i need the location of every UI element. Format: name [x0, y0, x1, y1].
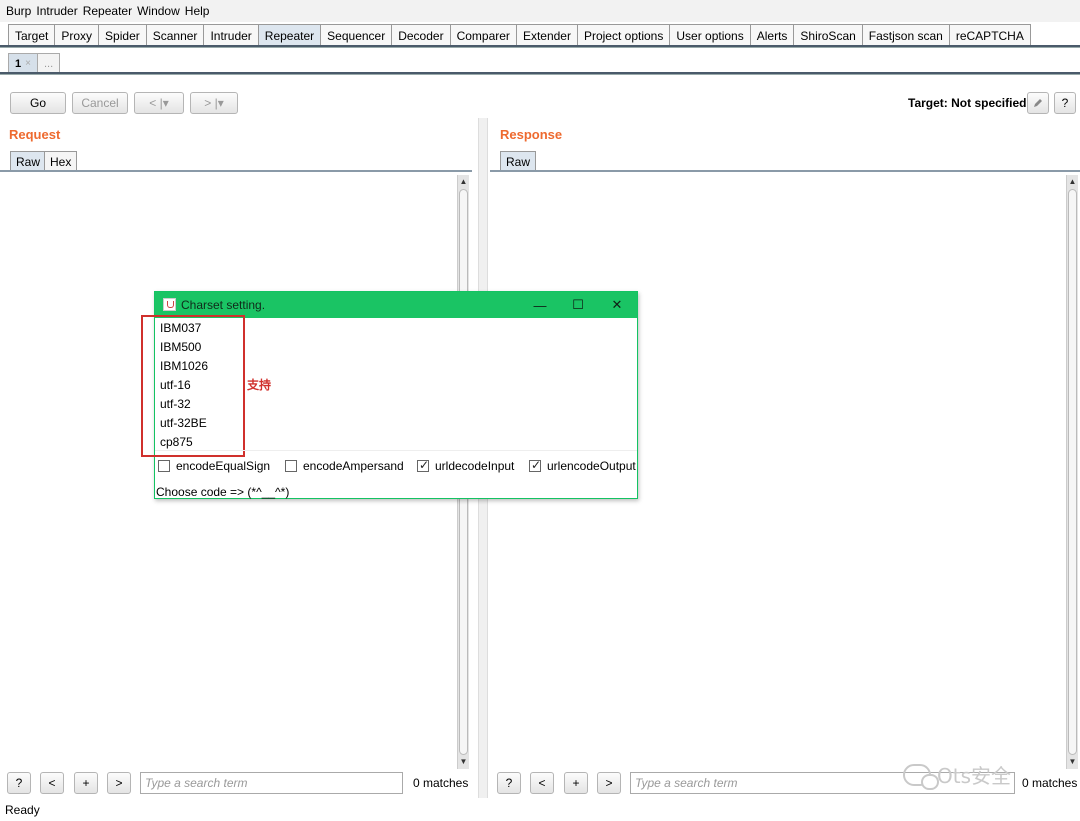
encode-ampersand-checkbox[interactable]: encodeAmpersand [285, 459, 404, 473]
edit-target-button[interactable] [1027, 92, 1049, 114]
response-scrollbar[interactable]: ▲ ▼ [1066, 175, 1078, 769]
menu-help[interactable]: Help [185, 4, 210, 18]
main-tab-bar: Target Proxy Spider Scanner Intruder Rep… [8, 24, 1031, 46]
checkbox-box[interactable] [529, 458, 541, 472]
request-search-prev-button[interactable]: < [40, 772, 64, 794]
wechat-icon [903, 763, 939, 790]
urlencode-output-checkbox[interactable]: urlencodeOutput [529, 458, 636, 473]
help-button[interactable]: ? [1054, 92, 1076, 114]
watermark: Ots安全 [903, 760, 1012, 790]
menu-window[interactable]: Window [137, 4, 180, 18]
target-label: Target: Not specified [908, 96, 1027, 110]
annotation-label: 支持 [247, 378, 272, 392]
request-search-next-button[interactable]: > [107, 772, 131, 794]
dialog-footer-text: Choose code => (*^__^*) [156, 485, 290, 499]
close-tab-icon[interactable]: × [25, 58, 31, 69]
tab-comparer[interactable]: Comparer [449, 24, 517, 46]
repeater-tab-label: 1 [15, 57, 22, 70]
scroll-up-icon[interactable]: ▲ [458, 177, 469, 187]
checkbox-label: urlencodeOutput [547, 459, 636, 473]
java-icon [163, 298, 176, 311]
repeater-tab-bar: 1 × ... [8, 53, 61, 73]
tab-project-options[interactable]: Project options [576, 24, 671, 46]
response-search-add-button[interactable]: + [564, 772, 588, 794]
dialog-title: Charset setting. [181, 298, 266, 312]
tab-extender[interactable]: Extender [515, 24, 578, 46]
tab-proxy[interactable]: Proxy [54, 24, 100, 46]
response-match-count: 0 matches [1022, 776, 1078, 790]
menu-intruder[interactable]: Intruder [36, 4, 77, 18]
tab-spider[interactable]: Spider [98, 24, 147, 46]
tab-divider [0, 45, 1080, 48]
maximize-icon[interactable]: ☐ [568, 296, 588, 314]
response-search-next-button[interactable]: > [597, 772, 621, 794]
checkbox-label: urldecodeInput [435, 459, 515, 473]
scroll-down-icon[interactable]: ▼ [458, 757, 469, 767]
dialog-divider [155, 450, 637, 451]
tab-target[interactable]: Target [8, 24, 56, 46]
subtab-divider [0, 72, 1080, 75]
tab-scanner[interactable]: Scanner [145, 24, 205, 46]
repeater-tab-1[interactable]: 1 × [8, 53, 38, 73]
watermark-text: Ots安全 [937, 764, 1012, 788]
checkbox-label: encodeEqualSign [176, 459, 271, 473]
checkbox-label: encodeAmpersand [303, 459, 404, 473]
status-text: Ready [5, 803, 40, 817]
request-tab-divider [0, 170, 472, 172]
tab-shiroscan[interactable]: ShiroScan [793, 24, 863, 46]
request-tab-raw[interactable]: Raw [10, 151, 47, 171]
menu-bar: Burp Intruder Repeater Window Help [0, 0, 1080, 22]
request-search-help-button[interactable]: ? [7, 772, 31, 794]
charset-dialog: Charset setting. — ☐ ✕ IBM037 IBM500 IBM… [141, 291, 638, 499]
forward-button[interactable]: > |▾ [190, 92, 238, 114]
tab-fastjson-scan[interactable]: Fastjson scan [861, 24, 950, 46]
back-button[interactable]: < |▾ [134, 92, 184, 114]
tab-intruder[interactable]: Intruder [203, 24, 259, 46]
minimize-icon[interactable]: — [530, 296, 550, 314]
menu-burp[interactable]: Burp [6, 4, 31, 18]
response-title: Response [500, 127, 563, 142]
urldecode-input-checkbox[interactable]: urldecodeInput [417, 458, 515, 473]
tab-user-options[interactable]: User options [669, 24, 751, 46]
scroll-down-icon[interactable]: ▼ [1067, 757, 1078, 767]
scroll-thumb[interactable] [1068, 189, 1077, 755]
tab-decoder[interactable]: Decoder [391, 24, 451, 46]
request-tab-hex[interactable]: Hex [44, 151, 78, 171]
cancel-button[interactable]: Cancel [72, 92, 128, 114]
tab-repeater[interactable]: Repeater [257, 24, 322, 46]
pencil-icon [1034, 99, 1042, 107]
tab-sequencer[interactable]: Sequencer [320, 24, 393, 46]
request-search-input[interactable] [140, 772, 403, 794]
checkbox-box[interactable] [417, 458, 429, 472]
tab-recaptcha[interactable]: reCAPTCHA [948, 24, 1031, 46]
checkbox-box[interactable] [158, 460, 170, 472]
request-title: Request [9, 127, 61, 142]
response-tab-raw[interactable]: Raw [500, 151, 537, 171]
scroll-up-icon[interactable]: ▲ [1067, 177, 1078, 187]
response-tab-divider [490, 170, 1080, 172]
menu-repeater[interactable]: Repeater [83, 4, 132, 18]
response-search-prev-button[interactable]: < [530, 772, 554, 794]
encode-equal-sign-checkbox[interactable]: encodeEqualSign [158, 459, 270, 473]
checkbox-box[interactable] [285, 460, 297, 472]
highlight-box [141, 315, 245, 457]
go-button[interactable]: Go [10, 92, 66, 114]
close-icon[interactable]: ✕ [607, 296, 627, 314]
tab-alerts[interactable]: Alerts [749, 24, 795, 46]
response-search-help-button[interactable]: ? [497, 772, 521, 794]
request-search-add-button[interactable]: + [74, 772, 98, 794]
request-match-count: 0 matches [413, 776, 469, 790]
new-tab-button[interactable]: ... [36, 53, 61, 73]
